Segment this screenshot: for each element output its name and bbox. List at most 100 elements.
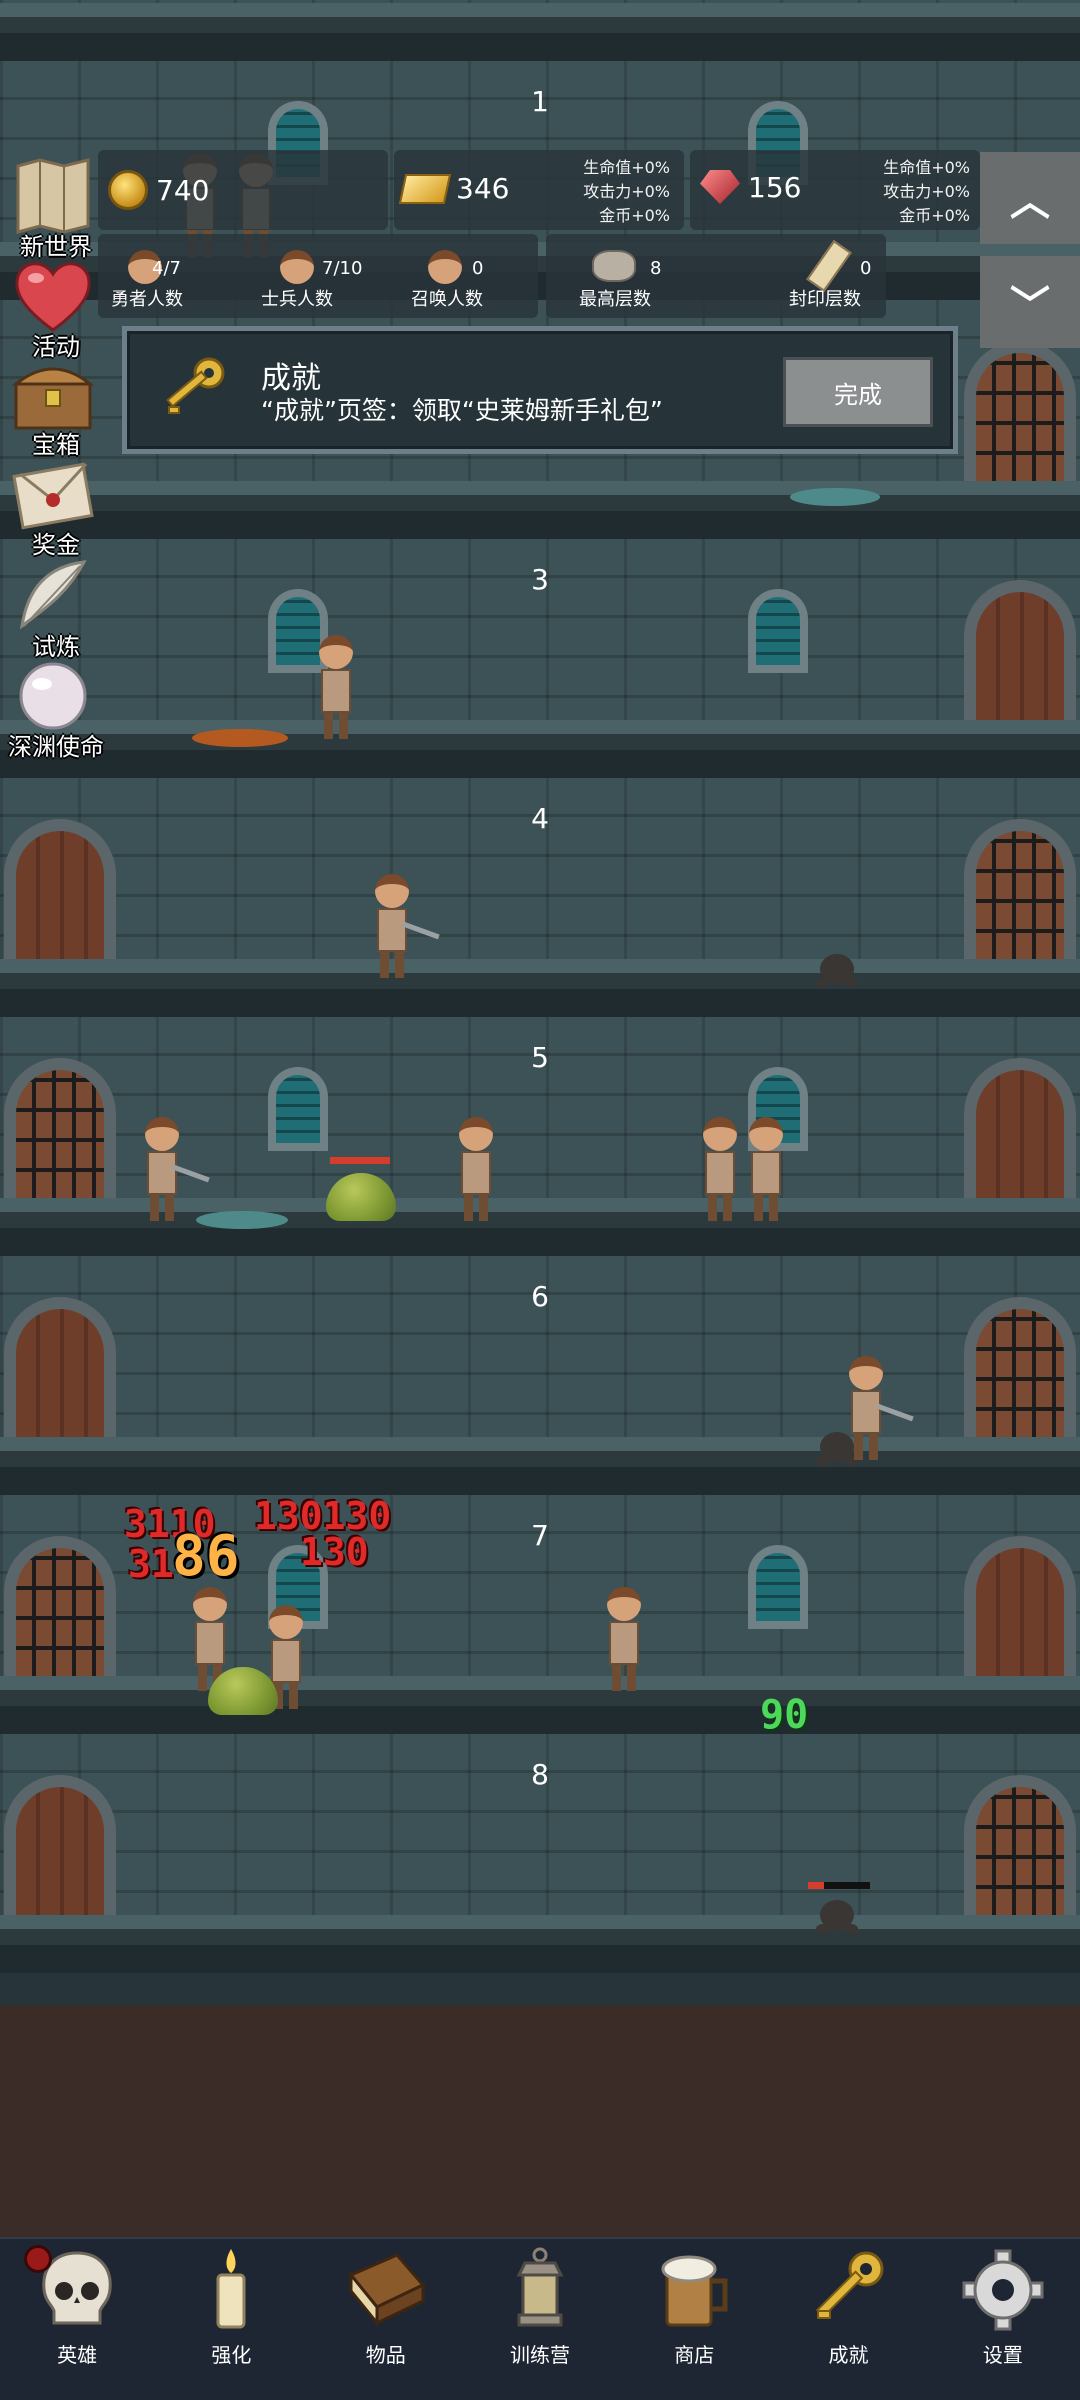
side-menu-events[interactable]: 活动 <box>0 256 112 361</box>
summon-count: 0 召唤人数 <box>372 258 522 311</box>
hero-unit <box>604 1587 644 1693</box>
slime-puddle <box>192 729 288 747</box>
hero-unit <box>316 635 356 741</box>
nav-label: 商店 <box>674 2343 715 2367</box>
floor-number: 6 <box>531 1280 549 1313</box>
nav-enhance[interactable]: 强化 <box>154 2239 308 2400</box>
sealed-floor: 0 封印层数 <box>750 258 900 311</box>
gold-bonus-list: 生命值+0% 攻击力+0% 金币+0% <box>560 156 670 228</box>
highest-floor-value: 8 <box>650 258 662 279</box>
bonus-hp: 生命值+0% <box>583 158 670 177</box>
nav-label: 英雄 <box>57 2343 98 2367</box>
gem-resource: 156 <box>700 170 801 204</box>
enemy-health-fill <box>808 1882 824 1889</box>
dungeon-door <box>964 1297 1076 1437</box>
sealed-floor-value: 0 <box>860 258 872 279</box>
gold-value: 346 <box>456 172 510 205</box>
gold-resource: 346 <box>398 172 510 205</box>
quest-description: “成就”页签：领取“史莱姆新手礼包” <box>261 396 663 425</box>
side-menu-new-world[interactable]: 新世界 <box>0 156 112 261</box>
dungeon-door <box>4 1536 116 1676</box>
floor-top-partial <box>0 0 1080 61</box>
nav-settings[interactable]: 设置 <box>926 2239 1080 2400</box>
nav-items[interactable]: 物品 <box>309 2239 463 2400</box>
notification-dot <box>24 2245 52 2273</box>
gear-icon <box>962 2249 1044 2331</box>
nav-label: 物品 <box>365 2343 406 2367</box>
highest-floor-label: 最高层数 <box>579 289 651 310</box>
coin-resource: 740 <box>108 170 209 210</box>
quest-complete-button[interactable]: 完成 <box>783 357 933 427</box>
side-menu-trial[interactable]: 试炼 <box>0 556 112 661</box>
soldier-count-label: 士兵人数 <box>261 289 333 310</box>
floor-number: 1 <box>531 85 549 118</box>
dungeon-door <box>4 819 116 959</box>
bonus-attack: 攻击力+0% <box>583 182 670 201</box>
gem-value: 156 <box>748 170 802 204</box>
nav-heroes[interactable]: 英雄 <box>0 2239 154 2400</box>
side-menu-abyss-mission[interactable]: 深渊使命 <box>0 656 112 761</box>
floor-number: 8 <box>531 1758 549 1791</box>
slime-puddle <box>790 488 880 506</box>
floor-6[interactable]: 6 <box>0 1256 1080 1495</box>
hero-unit <box>746 1117 786 1223</box>
dungeon-door <box>4 1058 116 1198</box>
floor-number: 3 <box>531 563 549 596</box>
hero-unit <box>846 1356 914 1462</box>
hero-unit <box>700 1117 740 1223</box>
book-icon <box>348 2253 426 2328</box>
dungeon-door <box>964 580 1076 720</box>
soldier-count: 7/10 士兵人数 <box>222 258 372 311</box>
gem-bonus-list: 生命值+0% 攻击力+0% 金币+0% <box>856 156 970 228</box>
quest-banner[interactable]: 成就 “成就”页签：领取“史莱姆新手礼包” 完成 <box>122 326 958 454</box>
lantern-icon <box>516 2247 564 2327</box>
dungeon-door <box>964 819 1076 959</box>
scroll-down-button[interactable]: ﹀ <box>980 256 1080 348</box>
summon-count-label: 召唤人数 <box>411 289 483 310</box>
nav-shop[interactable]: 商店 <box>617 2239 771 2400</box>
bonus-attack: 攻击力+0% <box>883 182 970 201</box>
nav-achievements[interactable]: 成就 <box>771 2239 925 2400</box>
heart-icon <box>15 262 91 332</box>
dungeon-door <box>4 1775 116 1915</box>
bonus-hp: 生命值+0% <box>883 158 970 177</box>
side-menu-label: 奖金 <box>32 531 80 559</box>
side-menu-chest[interactable]: 宝箱 <box>0 354 112 459</box>
dungeon-door <box>4 1297 116 1437</box>
floor-number: 4 <box>531 802 549 835</box>
nav-label: 成就 <box>828 2343 869 2367</box>
slime-puddle <box>196 1211 288 1229</box>
hero-unit <box>372 874 440 980</box>
nav-label: 强化 <box>211 2343 252 2367</box>
nav-label: 设置 <box>982 2343 1023 2367</box>
hero-unit <box>456 1117 496 1223</box>
feather-icon <box>19 560 87 630</box>
dungeon-door <box>964 1775 1076 1915</box>
soldier-count-value: 7/10 <box>322 258 363 279</box>
dungeon-door <box>964 341 1076 481</box>
key-icon <box>815 2251 884 2319</box>
floor-4[interactable]: 4 <box>0 778 1080 1017</box>
nav-training-camp[interactable]: 训练营 <box>463 2239 617 2400</box>
sealed-floor-label: 封印层数 <box>789 289 861 310</box>
coin-icon <box>108 170 148 210</box>
gold-bar-icon <box>398 173 452 204</box>
hero-unit <box>142 1117 210 1223</box>
floor-5[interactable]: 5 <box>0 1017 1080 1256</box>
floor-3[interactable]: 3 <box>0 539 1080 778</box>
scroll-up-button[interactable]: ︿ <box>980 152 1080 244</box>
spider-enemy <box>820 1900 854 1930</box>
chest-icon <box>11 367 95 430</box>
dungeon-door <box>964 1536 1076 1676</box>
dungeon-door <box>964 1058 1076 1198</box>
enemy-health-bar <box>330 1157 390 1164</box>
summon-count-value: 0 <box>472 258 484 279</box>
pearl-icon <box>19 662 87 730</box>
bonus-coins: 金币+0% <box>899 206 970 225</box>
side-menu-bonus[interactable]: 奖金 <box>0 454 112 559</box>
map-icon <box>16 158 90 234</box>
floor-8[interactable]: 8 <box>0 1734 1080 1973</box>
bottom-nav: 英雄 强化 物品 训练营 商店 成就 设置 <box>0 2237 1080 2400</box>
spider-enemy <box>820 954 854 984</box>
bonus-coins: 金币+0% <box>599 206 670 225</box>
